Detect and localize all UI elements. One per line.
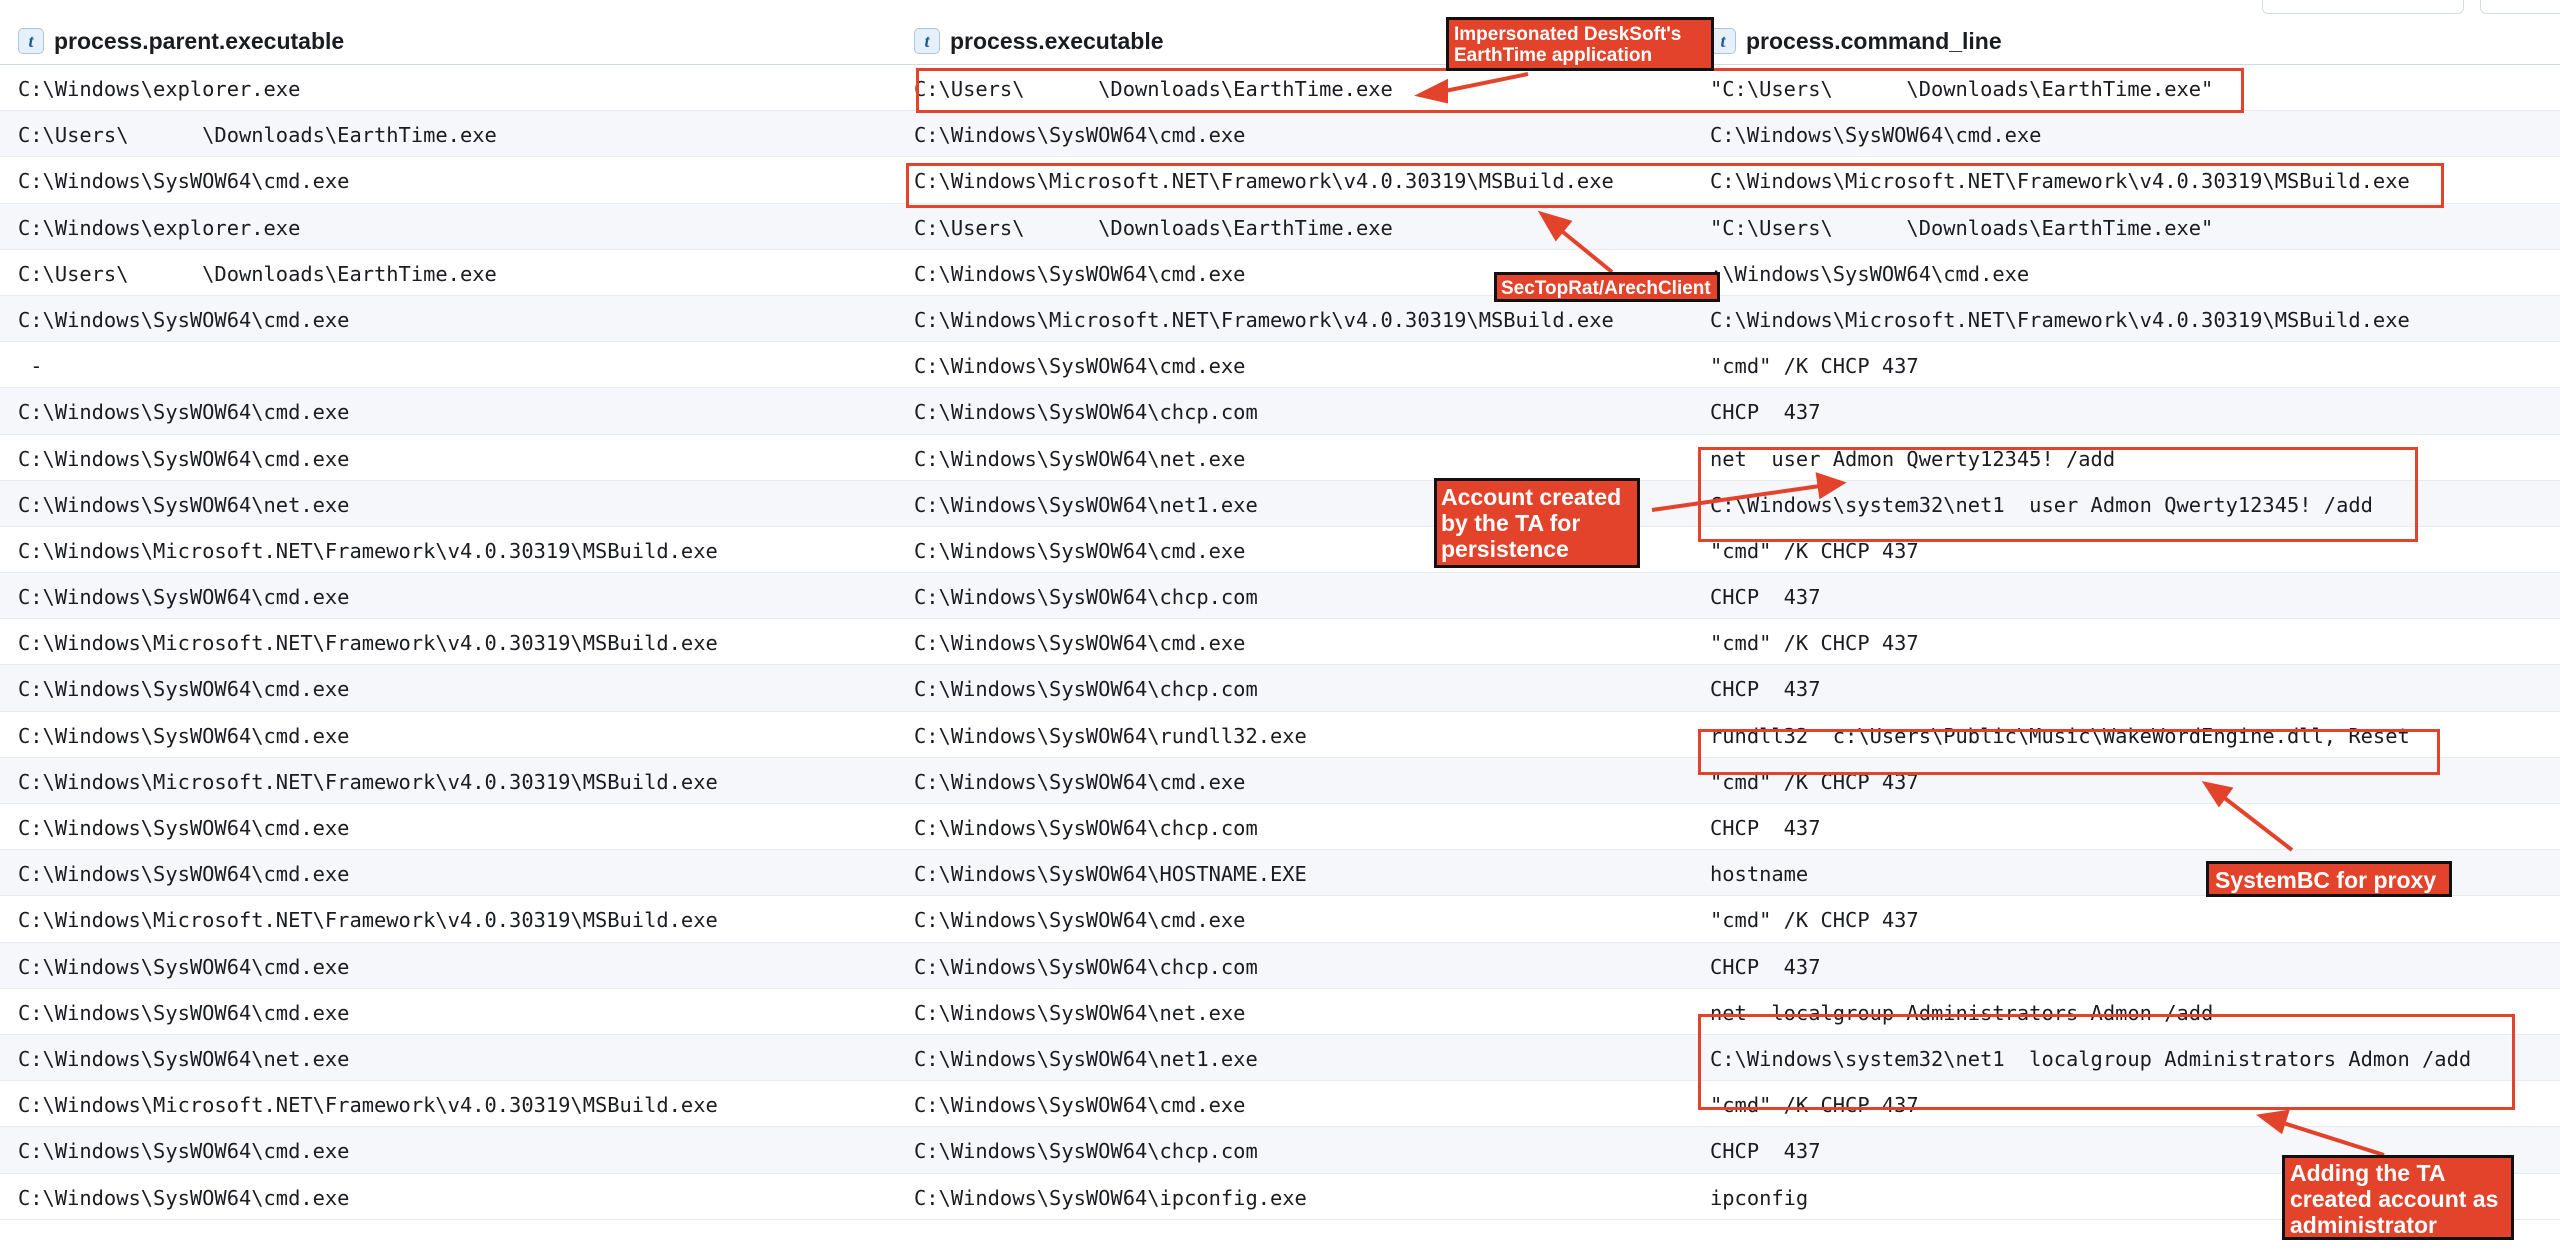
annotation-earthtime: Impersonated DeskSoft's EarthTime applic…	[1446, 17, 1714, 71]
annotation-systembc: SystemBC for proxy	[2206, 861, 2452, 897]
annotation-arrows	[1414, 72, 2385, 1157]
annotation-account: Account created by the TA for persistenc…	[1434, 478, 1640, 568]
annotation-admin: Adding the TA created account as adminis…	[2282, 1155, 2514, 1240]
annotation-sectoprat: SecTopRat/ArechClient	[1494, 272, 1720, 302]
